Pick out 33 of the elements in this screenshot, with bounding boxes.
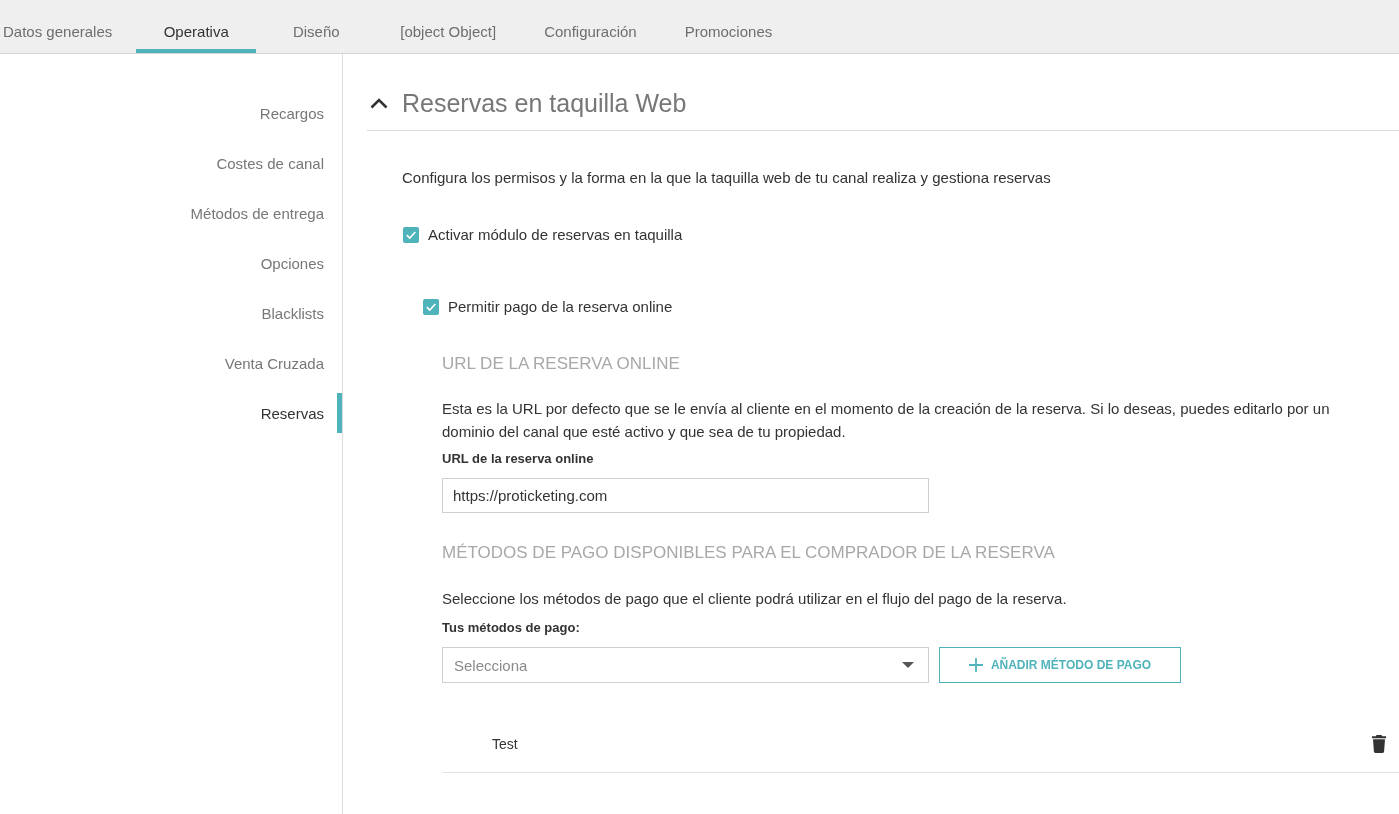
tab[interactable]: Diseño (256, 0, 377, 53)
plus-icon (968, 658, 983, 672)
help-text: Esta es la URL por defecto que se le envía al cliente en el momento de la creación de la reserva. Si lo deseas, puedes editarlo por un dominio del canal que esté activo y que sea de tu propiedad. (442, 399, 1331, 442)
checkbox-label: Permitir pago de la reserva online (448, 297, 673, 317)
select-field[interactable]: Selecciona (442, 647, 929, 683)
trash-icon[interactable] (1372, 734, 1386, 753)
section-title: Reservas en taquilla Web (402, 88, 687, 119)
payment-method-name: Test (492, 735, 518, 752)
tab[interactable]: Operativa (136, 0, 257, 53)
tab[interactable]: Configuración (520, 0, 661, 53)
checkbox[interactable] (403, 227, 419, 243)
subsection-heading: URL DE LA RESERVA ONLINE (442, 353, 681, 375)
field-label: URL de la reserva online (442, 450, 595, 468)
caret-icon (902, 662, 914, 668)
chevron-icon[interactable] (370, 97, 388, 109)
checkbox[interactable] (423, 299, 439, 315)
sidebar-item[interactable]: Blacklists (0, 293, 342, 333)
subsection-heading: MÉTODOS DE PAGO DISPONIBLES PARA EL COMPRADOR DE LA RESERVA (442, 542, 1056, 564)
sidebar-item[interactable]: Reservas (0, 393, 342, 433)
field-label: Tus métodos de pago: (442, 619, 581, 637)
add-payment-method-button[interactable]: AÑADIR MÉTODO DE PAGO (939, 647, 1181, 683)
tab[interactable]: [object Object] (376, 0, 521, 53)
sidebar-item[interactable]: Opciones (0, 243, 342, 283)
sidebar-item[interactable]: Recargos (0, 93, 342, 133)
sidebar-item[interactable]: Costes de canal (0, 143, 342, 183)
checkbox-label: Activar módulo de reservas en taquilla (428, 225, 683, 245)
sidebar-item[interactable]: Venta Cruzada (0, 343, 342, 383)
tab[interactable]: Datos generales (0, 0, 137, 53)
url-input[interactable]: https://proticketing.com (442, 478, 929, 513)
sidebar-item[interactable]: Métodos de entrega (0, 193, 342, 233)
section-description: Configura los permisos y la forma en la que la taquilla web de tu canal realiza y gestiona reservas (402, 168, 1052, 188)
help-text: Seleccione los métodos de pago que el cliente podrá utilizar en el flujo del pago de la reserva. (442, 589, 1068, 609)
tab[interactable]: Promociones (660, 0, 797, 53)
